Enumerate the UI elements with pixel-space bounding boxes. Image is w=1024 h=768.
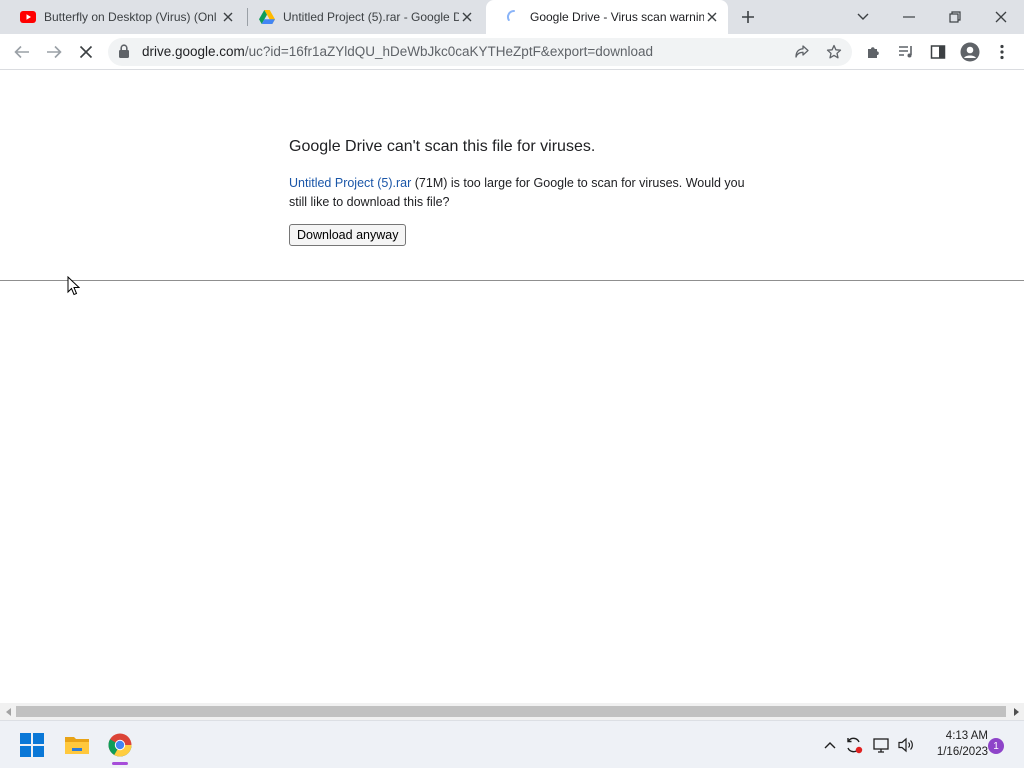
page-content: Google Drive can't scan this file for vi…: [0, 71, 1024, 703]
bookmark-star-icon[interactable]: [824, 42, 844, 62]
mouse-cursor-icon: [67, 275, 81, 301]
file-name-link[interactable]: Untitled Project (5).rar: [289, 176, 411, 190]
close-tab-icon[interactable]: [220, 9, 236, 25]
notification-badge[interactable]: 1: [988, 738, 1004, 754]
tab-google-drive-file[interactable]: Untitled Project (5).rar - Google D: [239, 0, 483, 34]
back-button[interactable]: [10, 40, 34, 64]
close-window-button[interactable]: [978, 0, 1024, 34]
clock-time: 4:13 AM: [945, 730, 988, 742]
minimize-button[interactable]: [886, 0, 932, 34]
file-size: (71M): [414, 176, 448, 190]
browser-toolbar: drive.google.com/uc?id=16fr1aZYldQU_hDeW…: [0, 34, 1024, 70]
share-icon[interactable]: [792, 42, 812, 62]
url-host: drive.google.com: [142, 44, 245, 59]
lock-icon[interactable]: [118, 44, 130, 64]
profile-avatar-icon[interactable]: [958, 40, 982, 64]
active-app-indicator: [112, 762, 128, 765]
tab-title: Untitled Project (5).rar - Google D: [283, 10, 459, 24]
tab-virus-scan-warning[interactable]: Google Drive - Virus scan warnin: [486, 0, 728, 34]
new-tab-button[interactable]: [736, 5, 760, 29]
scrollbar-thumb[interactable]: [16, 706, 1006, 717]
warning-message: Untitled Project (5).rar (71M) is too la…: [289, 174, 749, 212]
restore-button[interactable]: [932, 0, 978, 34]
page-title: Google Drive can't scan this file for vi…: [289, 138, 596, 155]
tab-title: Butterfly on Desktop (Virus) (Onl: [44, 10, 217, 24]
file-explorer-icon[interactable]: [61, 729, 93, 761]
sync-icon[interactable]: [844, 735, 864, 755]
youtube-icon: [20, 9, 36, 25]
url-path: /uc?id=16fr1aZYldQU_hDeWbJkc0caKYTHeZptF…: [244, 44, 654, 59]
windows-start-icon[interactable]: [16, 729, 48, 761]
loading-spinner-icon: [506, 9, 522, 25]
browser-menu-icon[interactable]: [990, 40, 1014, 64]
clock-date: 1/16/2023: [936, 746, 988, 758]
tab-youtube[interactable]: Butterfly on Desktop (Virus) (Onl: [0, 0, 244, 34]
close-tab-icon[interactable]: [704, 9, 720, 25]
download-anyway-button[interactable]: Download anyway: [289, 224, 407, 246]
side-panel-icon[interactable]: [926, 40, 950, 64]
media-control-icon[interactable]: [894, 40, 918, 64]
taskbar: 4:13 AM 1/16/2023 1: [0, 720, 1024, 768]
google-drive-icon: [259, 9, 275, 25]
divider: [0, 280, 1024, 281]
system-clock[interactable]: 4:13 AM 1/16/2023: [922, 728, 988, 760]
address-bar[interactable]: drive.google.com/uc?id=16fr1aZYldQU_hDeW…: [108, 38, 852, 66]
extensions-puzzle-icon[interactable]: [862, 40, 886, 64]
scroll-right-arrow-icon[interactable]: [1011, 706, 1021, 717]
url-text[interactable]: drive.google.com/uc?id=16fr1aZYldQU_hDeW…: [142, 44, 653, 59]
horizontal-scrollbar[interactable]: [0, 703, 1024, 720]
chevron-up-icon[interactable]: [820, 735, 840, 755]
network-icon[interactable]: [872, 735, 892, 755]
tab-search-button[interactable]: [840, 0, 886, 34]
stop-loading-button[interactable]: [74, 40, 98, 64]
close-tab-icon[interactable]: [459, 9, 475, 25]
scroll-left-arrow-icon[interactable]: [3, 706, 13, 717]
tab-title: Google Drive - Virus scan warnin: [530, 10, 704, 24]
chrome-icon[interactable]: [104, 729, 136, 761]
forward-button[interactable]: [42, 40, 66, 64]
tab-strip: Butterfly on Desktop (Virus) (Onl Untitl…: [0, 0, 1024, 34]
volume-icon[interactable]: [896, 735, 916, 755]
